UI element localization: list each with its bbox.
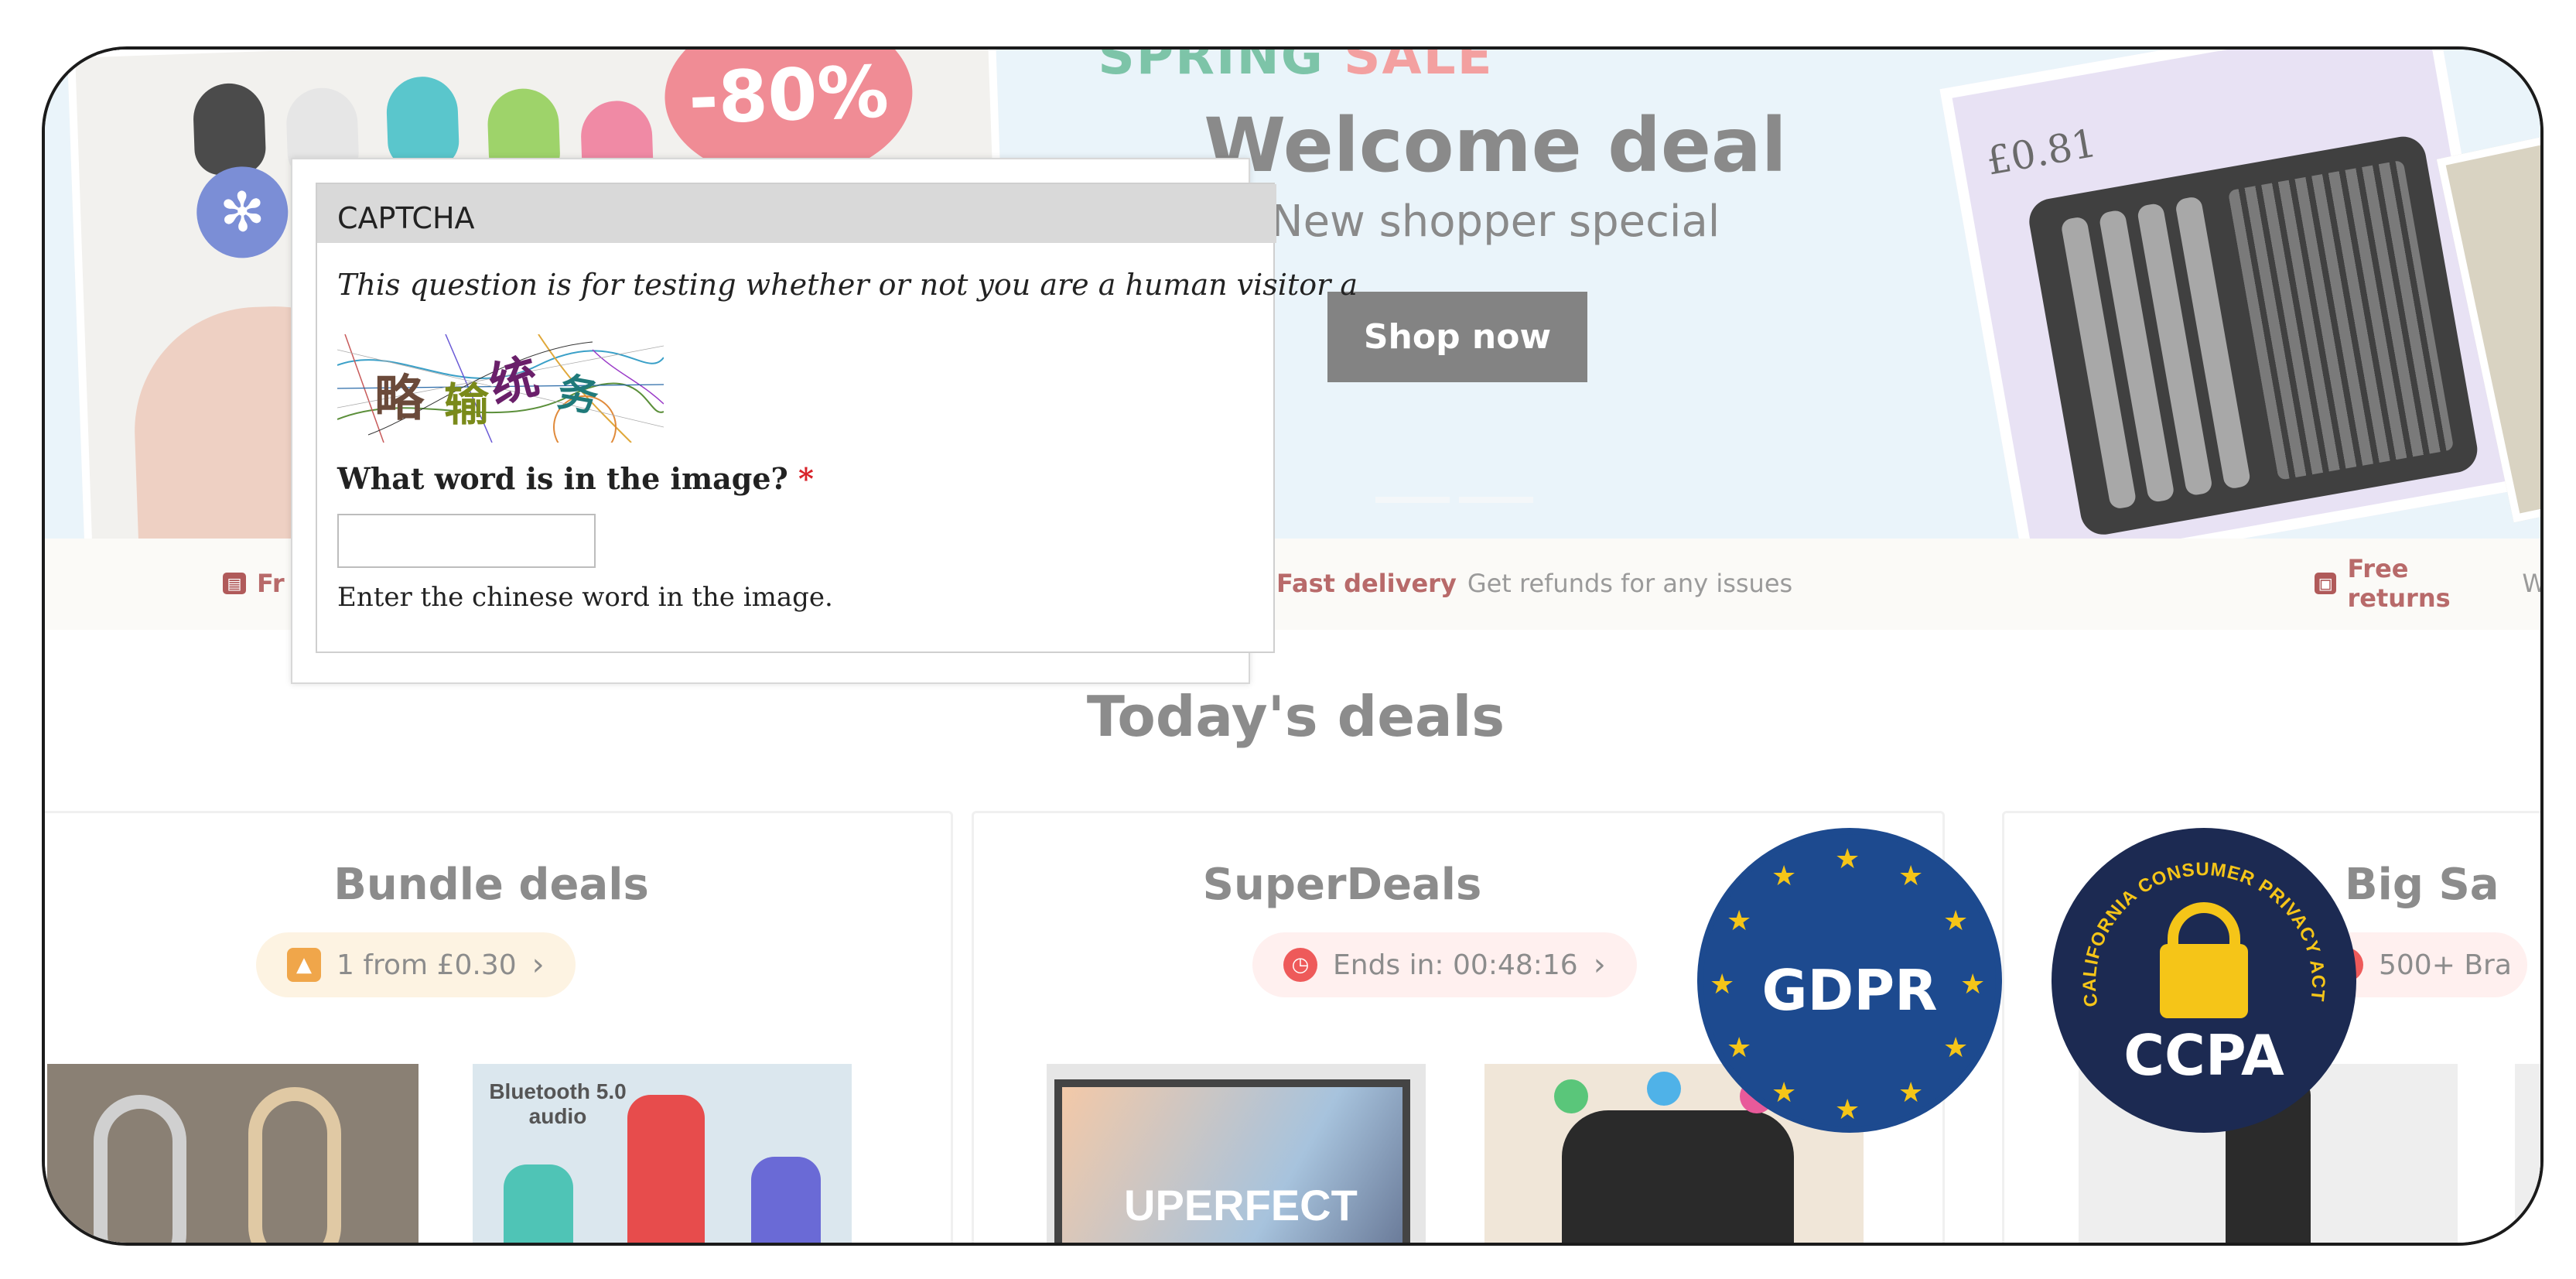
speaker-red: [627, 1095, 705, 1243]
star-icon: ★: [1898, 1076, 1924, 1108]
app-icon: [1554, 1079, 1588, 1113]
shop-now-button[interactable]: Shop now: [1327, 292, 1587, 382]
product-price: £0.81: [1983, 120, 2100, 184]
captcha-description: This question is for testing whether or …: [337, 268, 1358, 302]
countdown-pill[interactable]: ◷ Ends in: 00:48:16 ›: [1252, 932, 1637, 997]
product-partial[interactable]: [2515, 1064, 2540, 1243]
tracker-tag-black: [192, 82, 267, 176]
captcha-question: What word is in the image? *: [337, 461, 814, 496]
gdpr-label: GDPR: [1761, 958, 1938, 1023]
ccpa-label: CCPA: [2123, 1023, 2284, 1088]
grip-image: [248, 1087, 341, 1243]
hero-right-product-image[interactable]: £0.81: [1939, 50, 2521, 539]
captcha-question-text: What word is in the image?: [337, 461, 788, 496]
benefit-item[interactable]: ▣ Free returns W: [2315, 554, 2540, 613]
truck-icon: ▤: [223, 573, 246, 594]
countdown-text: Ends in: 00:48:16: [1333, 949, 1578, 981]
captcha-char: 略: [374, 371, 424, 428]
screwdriver-kit-image: [2025, 132, 2482, 539]
captcha-dialog: CAPTCHA This question is for testing whe…: [291, 158, 1358, 684]
ccpa-badge: CALIFORNIA CONSUMER PRIVACY ACT CCPA: [2052, 828, 2356, 1133]
watch-image: [1562, 1110, 1794, 1243]
star-icon: ★: [1835, 1093, 1860, 1125]
star-icon: ★: [1727, 905, 1752, 936]
captcha-image: 略 输 统 务: [337, 334, 664, 443]
pill-text: 1 from £0.30: [337, 949, 517, 981]
product-hand-grips[interactable]: [47, 1064, 419, 1243]
sale-word-sale: SALE: [1343, 50, 1494, 86]
app-icon: [1647, 1072, 1681, 1106]
star-icon: ★: [1943, 1031, 1969, 1063]
benefit-title: Free returns: [2347, 554, 2451, 613]
grip-image: [94, 1095, 186, 1243]
star-icon: ★: [1898, 860, 1924, 891]
benefit-text: Get refunds for any issues: [1467, 569, 1793, 598]
bundle-pill[interactable]: ▲ 1 from £0.30 ›: [256, 932, 576, 997]
carousel-dot-active[interactable]: [1459, 497, 1533, 503]
kit-bits: [2227, 159, 2455, 480]
benefit-text: W: [2522, 569, 2540, 598]
star-icon: ★: [1835, 843, 1860, 874]
return-box-icon: ▣: [2315, 573, 2337, 594]
tracker-tag-teal: [385, 75, 460, 169]
carousel-dots: [1375, 497, 1538, 504]
product-label: Bluetooth 5.0 audio: [489, 1079, 627, 1128]
speaker-teal: [504, 1164, 573, 1243]
speaker-blue: [751, 1157, 821, 1243]
chevron-right-icon: ›: [1593, 947, 1606, 983]
benefit-title: Fast delivery: [1276, 569, 1457, 598]
card-title: Bundle deals: [333, 860, 649, 910]
lock-icon: [2160, 944, 2248, 1018]
captcha-char: 输: [444, 378, 490, 431]
benefit-title: Fr: [257, 569, 285, 598]
product-label: UPERFECT: [1124, 1181, 1358, 1229]
clock-icon: ◷: [1283, 948, 1317, 982]
star-icon: ★: [1727, 1031, 1752, 1063]
deal-card-bundle[interactable]: Bundle deals ▲ 1 from £0.30 › Bluetooth …: [45, 811, 953, 1243]
captcha-answer-input[interactable]: [337, 514, 596, 568]
star-icon: ★: [1943, 905, 1969, 936]
pill-text: 500+ Bra: [2379, 949, 2512, 981]
benefit-item[interactable]: ▤ Fr: [223, 566, 296, 600]
product-bluetooth-speakers[interactable]: Bluetooth 5.0 audio: [473, 1064, 852, 1243]
benefit-item[interactable]: ◆ Fast delivery Get refunds for any issu…: [1242, 566, 1792, 600]
gdpr-badge: ★ ★ ★ ★ ★ ★ ★ ★ ★ ★ ★ ★ GDPR: [1697, 828, 2002, 1133]
todays-deals-title: Today's deals: [1086, 684, 1505, 749]
required-marker: *: [798, 461, 814, 496]
sale-word-spring: SPRING: [1098, 50, 1324, 86]
browser-frame: -80% ✻ 5 SPRING SALE Welcome deal New sh…: [42, 46, 2544, 1246]
card-title: Big Sa: [2345, 860, 2499, 910]
bag-icon: ▲: [287, 948, 321, 982]
captcha-fieldset: CAPTCHA This question is for testing whe…: [316, 183, 1358, 653]
captcha-legend: CAPTCHA: [317, 184, 1276, 243]
carousel-dot[interactable]: [1375, 497, 1450, 503]
captcha-hint: Enter the chinese word in the image.: [337, 582, 833, 613]
chevron-right-icon: ›: [531, 947, 545, 983]
product-monitor[interactable]: UPERFECT: [1047, 1064, 1426, 1243]
bluetooth-icon: ✻: [195, 165, 290, 260]
card-title: SuperDeals: [1202, 860, 1482, 910]
star-icon: ★: [1771, 1076, 1797, 1108]
star-icon: ★: [1771, 860, 1797, 891]
